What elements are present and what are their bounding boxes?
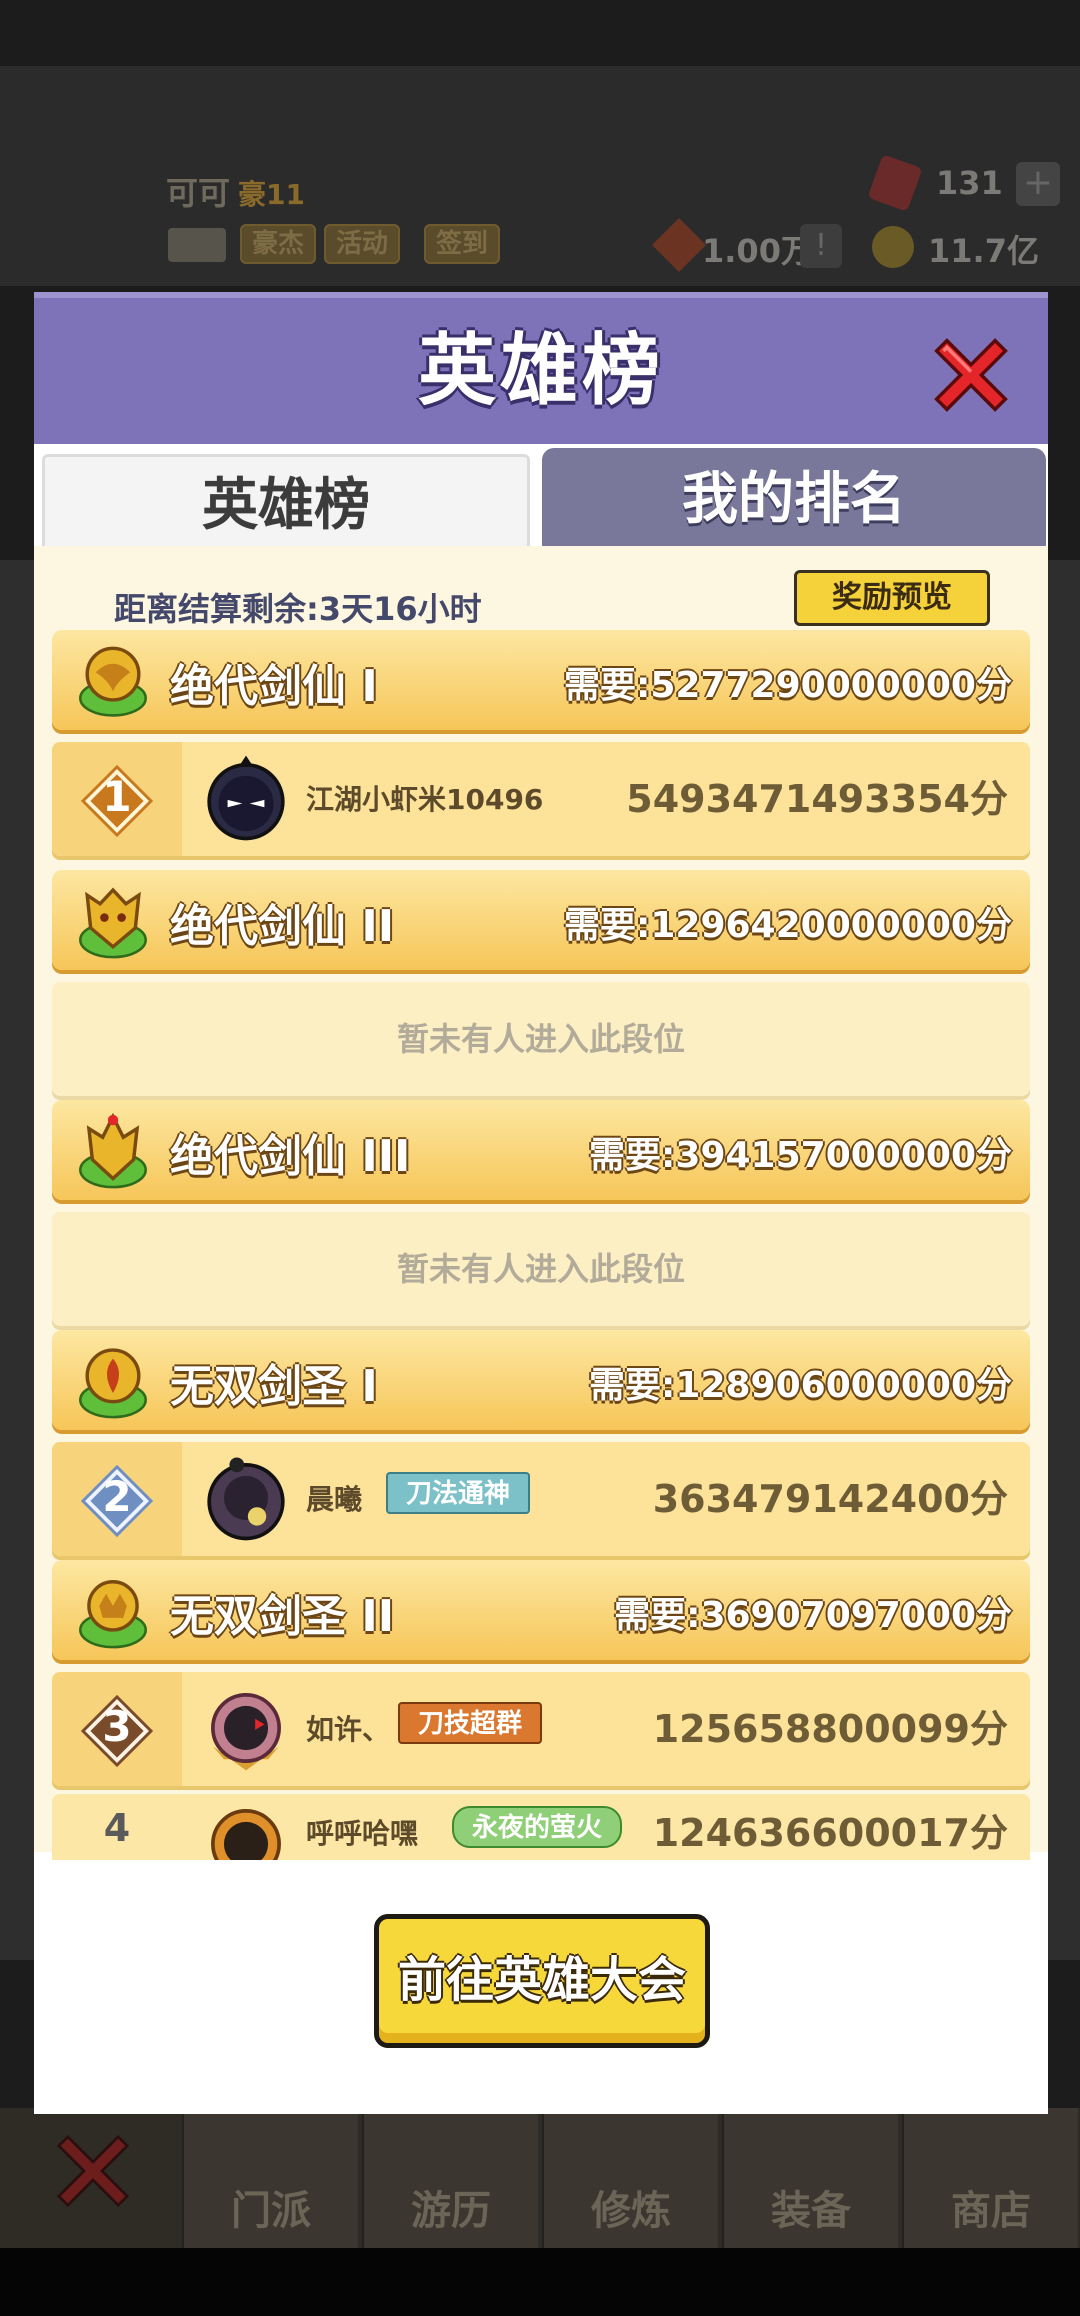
leaderboard-row[interactable]: 2 晨曦 刀法通神 363479142400分 — [52, 1442, 1030, 1556]
nav-travel-label: 游历 — [411, 2188, 491, 2234]
gold-coin-icon — [872, 226, 914, 268]
reward-preview-button[interactable]: 奖励预览 — [794, 570, 990, 626]
mail-icon[interactable] — [168, 228, 226, 262]
player-avatar[interactable] — [200, 752, 292, 844]
title-badge: 刀法通神 — [386, 1472, 531, 1514]
tier-requirement: 需要:36907097000分 — [614, 1595, 1012, 1636]
player-avatar[interactable] — [200, 1798, 292, 1860]
player-name: 如许、 — [306, 1713, 391, 1746]
activity-button[interactable]: 活动 — [324, 224, 401, 264]
tier-requirement: 需要:5277290000000分 — [563, 665, 1012, 706]
player-name: 晨曦 — [306, 1483, 363, 1516]
system-nav-bar — [0, 2248, 1080, 2316]
title-badge: 刀技超群 — [398, 1702, 543, 1744]
add-gem-button[interactable]: + — [1016, 162, 1060, 206]
silver-count: 1.00万 — [702, 232, 813, 270]
settlement-countdown: 距离结算剩余:3天16小时 — [114, 590, 482, 628]
hero-leaderboard-modal: 英雄榜 英雄榜 我的排名 距离结算剩余:3天16小时 奖励预览 绝代剑仙 I 需… — [34, 292, 1048, 2114]
rank-number: 2 — [102, 1472, 132, 1521]
nav-sect[interactable]: 门派 — [182, 2108, 358, 2248]
game-screen: 可可 豪11 豪杰 活动 签到 131 + 1.00万 ! 11.7亿 门派 游历… — [0, 0, 1080, 2316]
close-icon[interactable] — [928, 332, 1014, 418]
tier-name: 绝代剑仙 II — [170, 901, 395, 952]
tier-requirement: 需要:394157000000分 — [589, 1135, 1012, 1176]
player-score: 125658800099分 — [652, 1707, 1008, 1751]
tier-header: 绝代剑仙 III 需要:394157000000分 — [52, 1100, 1030, 1200]
tab-hero-ranking[interactable]: 英雄榜 — [36, 448, 536, 558]
player-score: 363479142400分 — [652, 1477, 1008, 1521]
rank-number: 3 — [102, 1702, 132, 1751]
nav-shop[interactable]: 商店 — [902, 2108, 1078, 2248]
nav-travel[interactable]: 游历 — [362, 2108, 538, 2248]
crown-rank-icon — [79, 1580, 147, 1649]
nav-train-label: 修炼 — [591, 2188, 671, 2234]
player-level: 豪11 — [238, 178, 305, 211]
rank-number: 4 — [103, 1806, 131, 1850]
tiger-rank-icon — [79, 887, 147, 959]
tier-requirement: 需要:128906000000分 — [589, 1365, 1012, 1406]
player-name: 江湖小虾米10496 — [306, 783, 544, 816]
tier-header: 绝代剑仙 II 需要:1296420000000分 — [52, 870, 1030, 970]
nav-shop-label: 商店 — [951, 2188, 1031, 2234]
tier-name: 无双剑圣 I — [170, 1361, 378, 1412]
modal-title: 英雄榜 — [417, 326, 664, 416]
title-badge: 永夜的萤火 — [452, 1806, 623, 1848]
gem-count: 131 — [936, 164, 1003, 202]
leaderboard-row[interactable]: 3 如许、 刀技超群 125658800099分 — [52, 1672, 1030, 1786]
player-name: 呼呼哈嘿 — [306, 1817, 419, 1850]
left-side-panel — [0, 560, 34, 1960]
rank-number: 1 — [102, 772, 132, 821]
go-hero-conference-button[interactable]: 前往英雄大会 — [374, 1914, 710, 2048]
close-x-icon[interactable] — [48, 2126, 138, 2216]
checkin-button[interactable]: 签到 — [424, 224, 501, 264]
phoenix-rank-icon — [79, 1112, 147, 1189]
tier-header: 无双剑圣 II 需要:36907097000分 — [52, 1560, 1030, 1660]
player-name: 可可 豪11 — [166, 174, 305, 212]
nav-sect-label: 门派 — [231, 2188, 311, 2234]
nav-equipment[interactable]: 装备 — [722, 2108, 898, 2248]
tier-name: 无双剑圣 II — [170, 1591, 395, 1642]
leaderboard-row[interactable]: 4 呼呼哈嘿 永夜的萤火 124636600017分 — [52, 1794, 1030, 1860]
nav-equipment-label: 装备 — [771, 2188, 851, 2234]
hero-button[interactable]: 豪杰 — [240, 224, 317, 264]
ranking-list[interactable]: 距离结算剩余:3天16小时 奖励预览 绝代剑仙 I 需要:52772900000… — [34, 546, 1048, 1860]
player-score: 5493471493354分 — [626, 777, 1008, 821]
empty-tier-message: 暂未有人进入此段位 — [52, 982, 1030, 1096]
modal-header: 英雄榜 — [34, 292, 1048, 444]
alert-button[interactable]: ! — [800, 224, 842, 268]
tier-name: 绝代剑仙 I — [170, 661, 378, 712]
tier-header: 绝代剑仙 I 需要:5277290000000分 — [52, 630, 1030, 730]
player-avatar[interactable] — [200, 1452, 292, 1544]
leaderboard-row[interactable]: 1 江湖小虾米10496 5493471493354分 — [52, 742, 1030, 856]
tier-requirement: 需要:1296420000000分 — [563, 905, 1012, 946]
player-score: 124636600017分 — [652, 1811, 1008, 1855]
tier-header: 无双剑圣 I 需要:128906000000分 — [52, 1330, 1030, 1430]
gold-count: 11.7亿 — [928, 232, 1039, 270]
dragon-rank-icon — [79, 646, 147, 717]
right-side-panel — [1048, 560, 1080, 1960]
player-avatar[interactable] — [200, 1682, 292, 1774]
tab-my-ranking[interactable]: 我的排名 — [542, 448, 1046, 558]
nav-train[interactable]: 修炼 — [542, 2108, 718, 2248]
lotus-rank-icon — [79, 1348, 147, 1419]
empty-tier-message: 暂未有人进入此段位 — [52, 1212, 1030, 1326]
tier-name: 绝代剑仙 III — [170, 1131, 411, 1182]
